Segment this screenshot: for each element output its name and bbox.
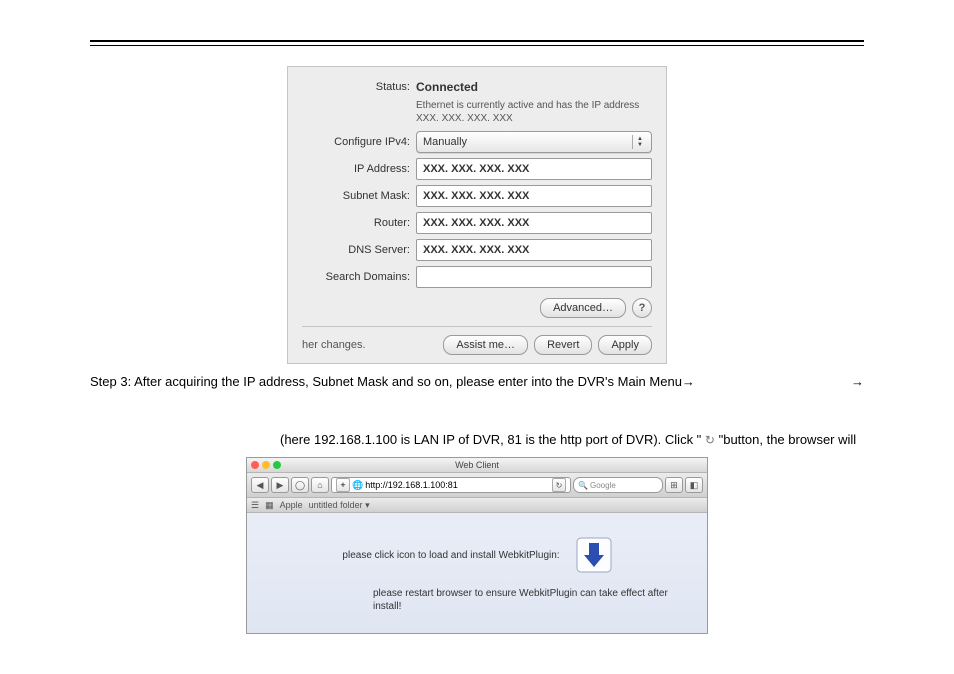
stop-button[interactable]: ◯: [291, 477, 309, 493]
window-title: Web Client: [247, 460, 707, 470]
bookmarks-menu-icon[interactable]: ☰: [251, 500, 259, 511]
header-rule: [90, 40, 864, 46]
sidebar-button[interactable]: ◧: [685, 477, 703, 493]
search-placeholder: Google: [590, 481, 616, 490]
step3-text: Step 3: After acquiring the IP address, …: [90, 374, 682, 389]
help-button[interactable]: ?: [632, 298, 652, 318]
search-field[interactable]: 🔍 Google: [573, 477, 663, 493]
safari-window: Web Client ◀ ▶ ◯ ⌂ + 🌐 http://192.168.1.…: [246, 457, 708, 634]
bookmark-folder[interactable]: untitled folder ▾: [309, 500, 370, 511]
url-text: http://192.168.1.100:81: [365, 480, 458, 490]
site-globe-icon: 🌐: [352, 480, 363, 491]
router-label: Router:: [302, 217, 416, 229]
mac-network-panel: Status: Connected Ethernet is currently …: [287, 66, 667, 364]
add-bookmark-icon[interactable]: +: [336, 478, 350, 492]
mid-text-b: "button, the browser will: [715, 432, 856, 447]
topsites-icon[interactable]: ▦: [265, 500, 274, 511]
search-icon: 🔍: [578, 481, 588, 490]
bookmark-apple[interactable]: Apple: [280, 500, 303, 510]
revert-button[interactable]: Revert: [534, 335, 592, 355]
home-button[interactable]: ⌂: [311, 477, 329, 493]
arrow-icon: →: [682, 374, 695, 389]
configure-ipv4-value: Manually: [423, 136, 467, 148]
ip-address-field[interactable]: XXX. XXX. XXX. XXX: [416, 158, 652, 180]
safari-toolbar: ◀ ▶ ◯ ⌂ + 🌐 http://192.168.1.100:81 ↻ 🔍 …: [247, 473, 707, 498]
refresh-icon: ↻: [705, 433, 715, 447]
plugin-restart-msg: please restart browser to ensure WebkitP…: [263, 587, 691, 613]
configure-label: Configure IPv4:: [302, 136, 416, 148]
search-domains-label: Search Domains:: [302, 271, 416, 283]
status-subtext: Ethernet is currently active and has the…: [416, 99, 652, 125]
tabexpose-button[interactable]: ⊞: [665, 477, 683, 493]
arrow-icon-2: →: [851, 372, 864, 392]
assist-me-button[interactable]: Assist me…: [443, 335, 528, 355]
subnet-mask-field[interactable]: XXX. XXX. XXX. XXX: [416, 185, 652, 207]
dns-server-field[interactable]: XXX. XXX. XXX. XXX: [416, 239, 652, 261]
status-value: Connected: [416, 80, 652, 94]
step3-line: Step 3: After acquiring the IP address, …: [90, 372, 864, 392]
status-label: Status:: [302, 81, 416, 93]
address-bar[interactable]: + 🌐 http://192.168.1.100:81 ↻: [331, 477, 571, 493]
search-domains-field[interactable]: [416, 266, 652, 288]
configure-ipv4-popup[interactable]: Manually ▲▼: [416, 131, 652, 153]
plugin-install-msg: please click icon to load and install We…: [342, 549, 559, 562]
reload-icon[interactable]: ↻: [552, 478, 566, 492]
page-content: please click icon to load and install We…: [247, 513, 707, 633]
popup-arrows-icon: ▲▼: [632, 135, 647, 149]
dns-label: DNS Server:: [302, 244, 416, 256]
download-plugin-icon[interactable]: [576, 537, 612, 573]
apply-button[interactable]: Apply: [598, 335, 652, 355]
ip-label: IP Address:: [302, 163, 416, 175]
advanced-button[interactable]: Advanced…: [540, 298, 626, 318]
forward-button[interactable]: ▶: [271, 477, 289, 493]
safari-titlebar: Web Client: [247, 458, 707, 473]
lock-note: her changes.: [302, 339, 366, 351]
mid-text-line: (here 192.168.1.100 is LAN IP of DVR, 81…: [90, 432, 864, 448]
router-field[interactable]: XXX. XXX. XXX. XXX: [416, 212, 652, 234]
mid-text-a: (here 192.168.1.100 is LAN IP of DVR, 81…: [280, 432, 705, 447]
bookmarks-bar: ☰ ▦ Apple untitled folder ▾: [247, 498, 707, 513]
back-button[interactable]: ◀: [251, 477, 269, 493]
subnet-label: Subnet Mask:: [302, 190, 416, 202]
